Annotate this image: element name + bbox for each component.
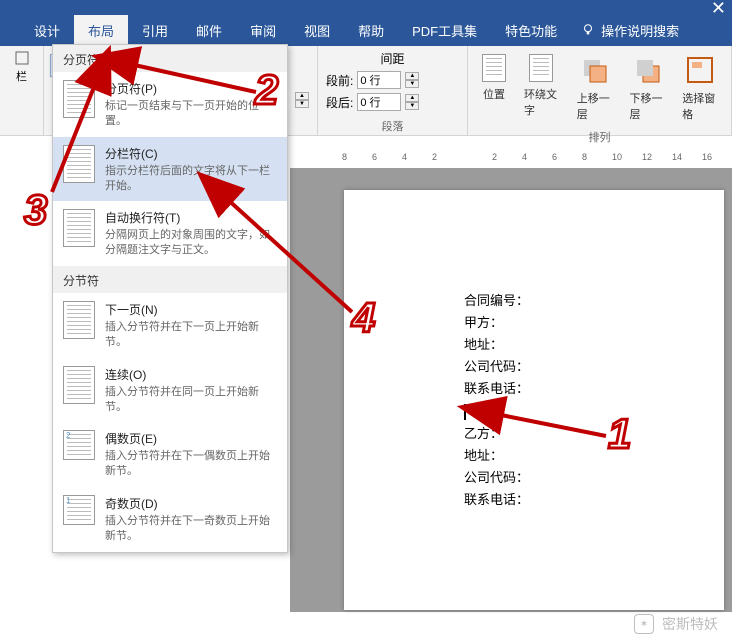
tab-design[interactable]: 设计 [20, 15, 74, 46]
menu-item-page-break[interactable]: 分页符(P) 标记一页结束与下一页开始的位置。 [53, 72, 287, 137]
document-page[interactable]: 合同编号：甲方：地址：公司代码：联系电话：乙方：地址：公司代码：联系电话： [344, 190, 724, 610]
ruler-tick: 2 [492, 152, 497, 162]
document-line[interactable]: 甲方： [464, 312, 704, 334]
breaks-menu: 分页符 分页符(P) 标记一页结束与下一页开始的位置。 分栏符(C) 指示分栏符… [52, 44, 288, 553]
bring-forward-button[interactable]: 上移一层 [571, 50, 618, 126]
text-direction-icon[interactable] [14, 50, 30, 66]
tab-pdftools[interactable]: PDF工具集 [398, 15, 491, 46]
document-line[interactable]: 联系电话： [464, 378, 704, 400]
annotation-2: 2 [255, 66, 278, 114]
indent-left-spinner[interactable]: ▲▼ [295, 92, 309, 108]
ribbon-tabs: 设计 布局 引用 邮件 审阅 视图 帮助 PDF工具集 特色功能 操作说明搜索 [0, 14, 732, 46]
menu-item-column-break[interactable]: 分栏符(C) 指示分栏符后面的文字将从下一栏开始。 [53, 137, 287, 202]
menu-item-continuous[interactable]: 连续(O) 插入分节符并在同一页上开始新节。 [53, 358, 287, 423]
tab-help[interactable]: 帮助 [344, 15, 398, 46]
after-label: 段后: [326, 94, 353, 111]
ruler-tick: 6 [372, 152, 377, 162]
tab-special[interactable]: 特色功能 [491, 15, 571, 46]
search-label: 操作说明搜索 [601, 21, 679, 40]
before-label: 段前: [326, 72, 353, 89]
annotation-4: 4 [352, 294, 375, 342]
menu-item-odd-page[interactable]: 1 奇数页(D) 插入分节符并在下一奇数页上开始新节。 [53, 487, 287, 552]
paragraph-group-label: 段落 [326, 115, 459, 134]
ruler-tick: 10 [612, 152, 622, 162]
ruler-tick: 8 [582, 152, 587, 162]
spacing-after-input[interactable] [357, 93, 401, 111]
before-spinner[interactable]: ▲▼ [405, 72, 419, 88]
document-line[interactable]: 地址： [464, 334, 704, 356]
document-line[interactable] [464, 400, 704, 422]
after-spinner[interactable]: ▲▼ [405, 94, 419, 110]
ruler-tick: 8 [342, 152, 347, 162]
arrange-group-label: 排列 [476, 126, 723, 145]
tab-references[interactable]: 引用 [128, 15, 182, 46]
close-icon[interactable]: ✕ [711, 0, 726, 19]
ruler-tick: 6 [552, 152, 557, 162]
ruler-tick: 16 [702, 152, 712, 162]
spacing-before-input[interactable] [357, 71, 401, 89]
document-line[interactable]: 联系电话： [464, 489, 704, 511]
tab-view[interactable]: 视图 [290, 15, 344, 46]
document-line[interactable]: 合同编号： [464, 290, 704, 312]
menu-item-text-wrapping-break[interactable]: 自动换行符(T) 分隔网页上的对象周围的文字，如分隔题注文字与正文。 [53, 201, 287, 266]
wechat-icon: ✶ [634, 614, 654, 634]
document-line[interactable]: 公司代码： [464, 467, 704, 489]
ruler-tick: 14 [672, 152, 682, 162]
ruler-tick: 4 [522, 152, 527, 162]
document-line[interactable]: 乙方： [464, 423, 704, 445]
section-breaks-header: 分节符 [53, 266, 287, 293]
document-line[interactable]: 地址： [464, 445, 704, 467]
tell-me-search[interactable]: 操作说明搜索 [581, 21, 679, 40]
document-line[interactable]: 公司代码： [464, 356, 704, 378]
position-button[interactable]: 位置 [476, 50, 512, 106]
bulb-icon [581, 23, 595, 37]
annotation-1: 1 [608, 410, 631, 458]
tab-layout[interactable]: 布局 [74, 15, 128, 46]
columns-button[interactable]: 栏 [16, 68, 27, 84]
tab-mailings[interactable]: 邮件 [182, 15, 236, 46]
ruler-tick: 2 [432, 152, 437, 162]
spacing-label: 间距 [326, 50, 459, 67]
tab-review[interactable]: 审阅 [236, 15, 290, 46]
ruler-tick: 12 [642, 152, 652, 162]
send-backward-button[interactable]: 下移一层 [624, 50, 671, 126]
wrap-text-button[interactable]: 环绕文字 [518, 50, 565, 122]
annotation-3: 3 [24, 186, 47, 234]
menu-item-even-page[interactable]: 2 偶数页(E) 插入分节符并在下一偶数页上开始新节。 [53, 422, 287, 487]
watermark: ✶ 密斯特妖 [634, 614, 718, 634]
page-breaks-header: 分页符 [53, 45, 287, 72]
selection-pane-button[interactable]: 选择窗格 [676, 50, 723, 126]
ruler-tick: 4 [402, 152, 407, 162]
menu-item-next-page[interactable]: 下一页(N) 插入分节符并在下一页上开始新节。 [53, 293, 287, 358]
document-body[interactable]: 合同编号：甲方：地址：公司代码：联系电话：乙方：地址：公司代码：联系电话： [464, 290, 704, 511]
horizontal-ruler[interactable]: 8 6 4 2 2 4 6 8 10 12 14 16 [330, 148, 732, 166]
